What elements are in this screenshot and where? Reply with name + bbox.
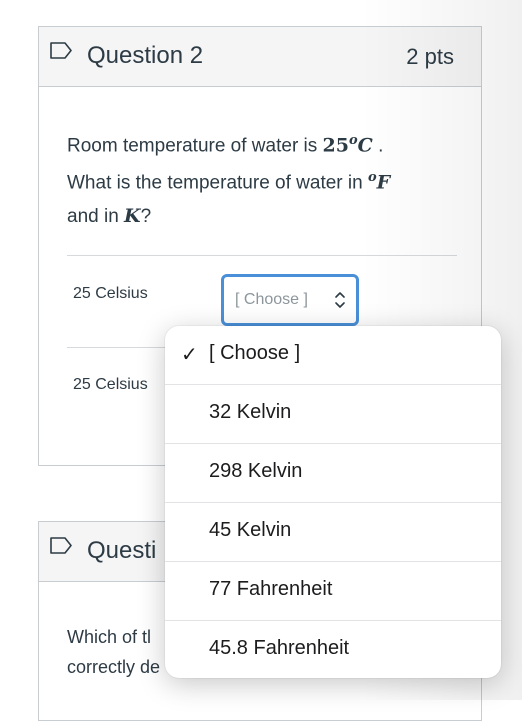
dropdown-option-choose[interactable]: ✓ [ Choose ] bbox=[165, 326, 501, 385]
updown-chevron-icon bbox=[335, 292, 345, 308]
flag-icon[interactable] bbox=[50, 537, 72, 554]
question-text-line-3: and in K? bbox=[67, 204, 152, 227]
question-text-line-2: correctly de bbox=[67, 657, 161, 677]
divider bbox=[67, 255, 457, 256]
answer-select-1[interactable]: [ Choose ] bbox=[221, 274, 359, 326]
question-2-header: Question 2 2 pts bbox=[39, 27, 481, 87]
checkmark-icon: ✓ bbox=[181, 344, 198, 366]
option-label: 298 Kelvin bbox=[209, 460, 303, 482]
option-label: 32 Kelvin bbox=[209, 401, 292, 423]
question-text: Which of tl correctly de bbox=[67, 622, 160, 682]
option-label: 45.8 Fahrenheit bbox=[209, 637, 350, 659]
question-title: Questi bbox=[87, 537, 157, 564]
match-row-label-2: 25 Celsius bbox=[73, 376, 148, 393]
question-text: Room temperature of water is 25oC . What… bbox=[67, 125, 457, 233]
option-label: [ Choose ] bbox=[209, 342, 301, 364]
option-label: 77 Fahrenheit bbox=[209, 578, 333, 600]
dropdown-option-32-kelvin[interactable]: 32 Kelvin bbox=[165, 385, 501, 444]
select-dropdown-menu: ✓ [ Choose ] 32 Kelvin 298 Kelvin 45 Kel… bbox=[165, 326, 501, 678]
select-value: [ Choose ] bbox=[235, 291, 308, 308]
option-label: 45 Kelvin bbox=[209, 519, 292, 541]
dropdown-option-45-kelvin[interactable]: 45 Kelvin bbox=[165, 503, 501, 562]
question-title: Question 2 bbox=[87, 42, 204, 69]
flag-icon[interactable] bbox=[50, 42, 72, 59]
question-text-line-1: Which of tl bbox=[67, 627, 152, 647]
dropdown-option-77-fahrenheit[interactable]: 77 Fahrenheit bbox=[165, 562, 501, 621]
match-row-label-1: 25 Celsius bbox=[73, 285, 148, 302]
dropdown-option-45-8-fahrenheit[interactable]: 45.8 Fahrenheit bbox=[165, 621, 501, 678]
question-text-line-1: Room temperature of water is 25oC . bbox=[67, 133, 384, 157]
dropdown-option-298-kelvin[interactable]: 298 Kelvin bbox=[165, 444, 501, 503]
question-points: 2 pts bbox=[406, 44, 454, 69]
question-text-line-2: What is the temperature of water in oF bbox=[67, 170, 391, 194]
